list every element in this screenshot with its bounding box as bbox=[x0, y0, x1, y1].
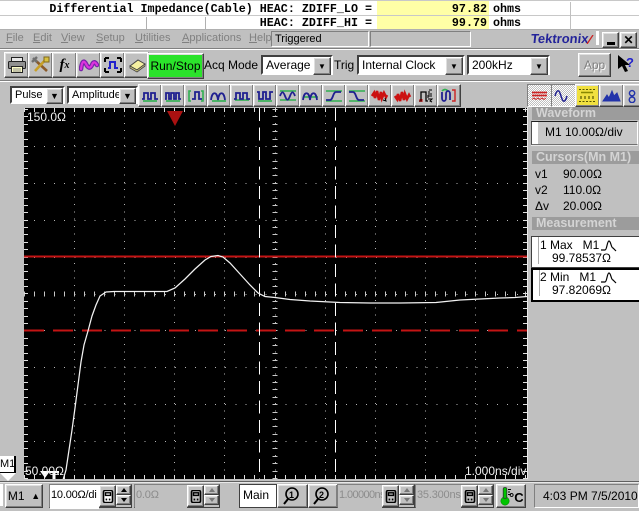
svg-text:°C: °C bbox=[509, 490, 523, 505]
svg-text:2: 2 bbox=[319, 490, 324, 500]
svg-text:?: ? bbox=[626, 55, 634, 70]
svg-text:1: 1 bbox=[289, 490, 294, 500]
